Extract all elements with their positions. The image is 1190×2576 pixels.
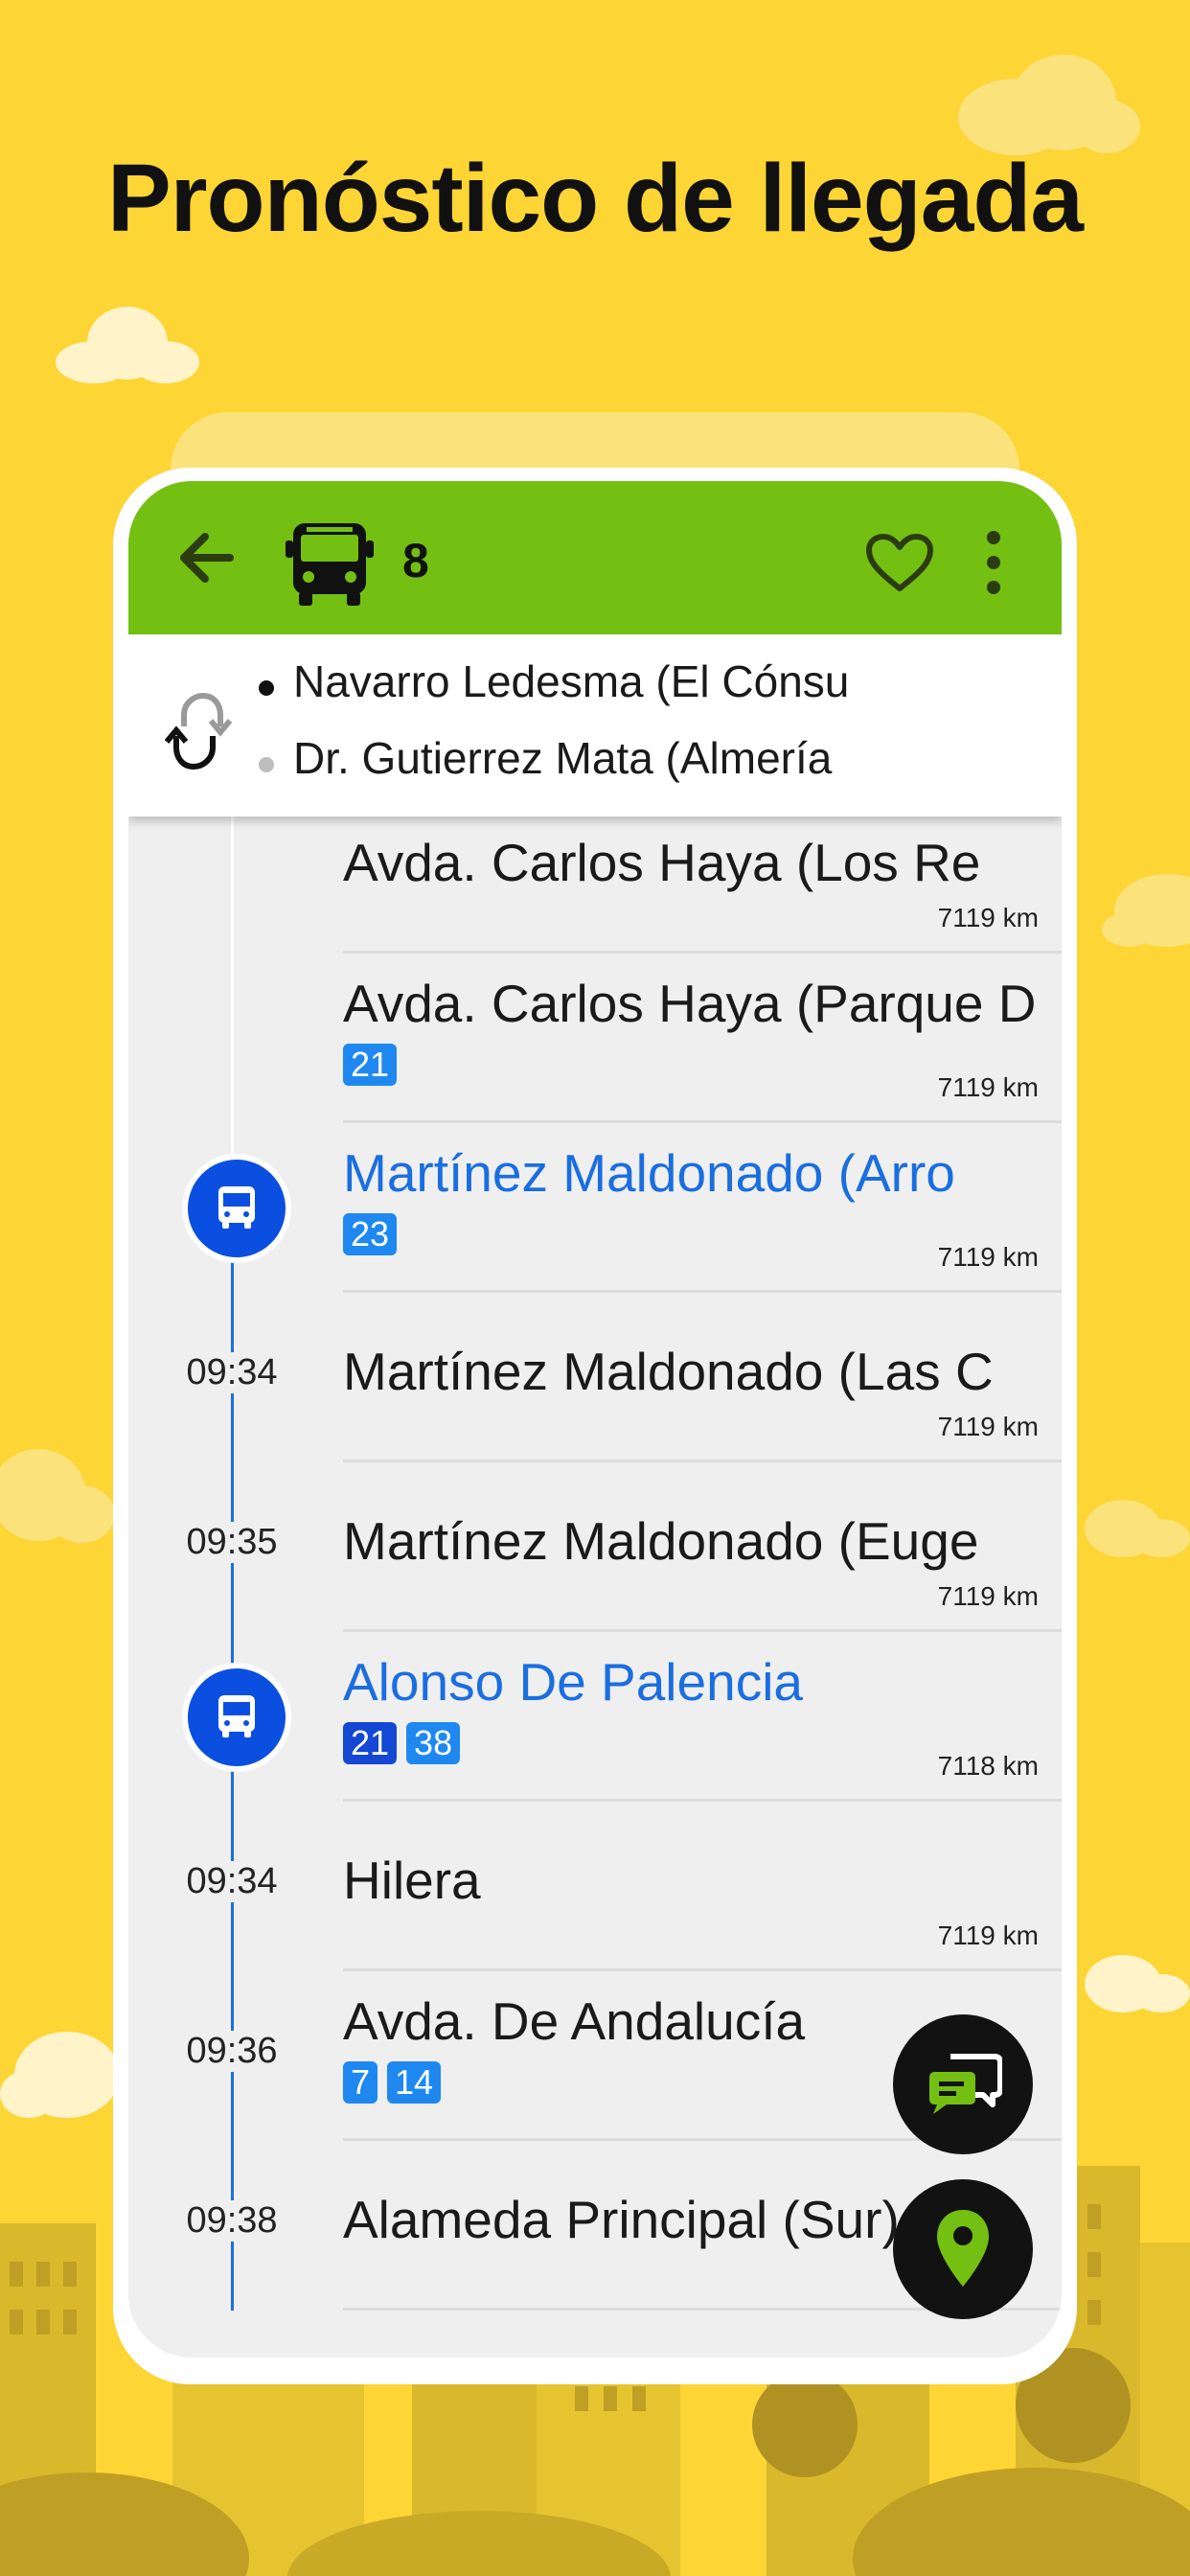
app-bar: 8 bbox=[128, 481, 1062, 634]
line-badge[interactable]: 14 bbox=[387, 2061, 442, 2104]
stop-row[interactable]: Avda. Carlos Haya (Los Re 7119 km bbox=[128, 816, 1062, 954]
stop-name: Martínez Maldonado (Las C bbox=[343, 1342, 994, 1401]
bus-icon bbox=[218, 1186, 255, 1229]
swap-direction-icon[interactable] bbox=[165, 688, 232, 774]
stop-distance: 7119 km bbox=[937, 1920, 1039, 1950]
chat-bubbles-icon bbox=[929, 2054, 1002, 2114]
cloud-decoration bbox=[1102, 874, 1190, 947]
heart-outline-icon[interactable] bbox=[864, 533, 935, 594]
stop-row[interactable]: Martínez Maldonado (Euge 7119 km 09:35 bbox=[128, 1462, 1062, 1632]
arrival-time: 09:34 bbox=[181, 1861, 283, 1902]
arrival-time: 09:38 bbox=[181, 2200, 283, 2242]
line-badge[interactable]: 7 bbox=[343, 2061, 378, 2104]
connecting-lines: 21 38 bbox=[343, 1722, 461, 1764]
chat-fab[interactable] bbox=[893, 2014, 1033, 2154]
arrival-time: 09:36 bbox=[181, 2031, 283, 2072]
cloud-decoration bbox=[56, 307, 199, 383]
stop-name: Avda. Carlos Haya (Los Re bbox=[343, 833, 981, 892]
stop-distance: 7118 km bbox=[937, 1751, 1039, 1781]
destination-dot bbox=[259, 757, 274, 772]
cloud-decoration bbox=[1085, 1955, 1190, 2012]
bus-icon bbox=[218, 1695, 255, 1737]
arrow-left-icon[interactable] bbox=[176, 531, 234, 585]
line-number: 8 bbox=[402, 534, 429, 587]
bus-position-marker[interactable] bbox=[182, 1154, 291, 1263]
stop-row[interactable]: Alonso De Palencia 21 38 7118 km bbox=[128, 1632, 1062, 1802]
stop-distance: 7119 km bbox=[937, 1072, 1039, 1102]
direction-origin: Navarro Ledesma (El Cónsu bbox=[293, 656, 850, 706]
stop-distance: 7119 km bbox=[937, 1412, 1039, 1441]
stop-name: Alameda Principal (Sur) bbox=[343, 2190, 900, 2249]
arrival-time: 09:34 bbox=[181, 1352, 283, 1393]
location-fab[interactable] bbox=[893, 2179, 1033, 2319]
arrival-time: 09:35 bbox=[181, 1522, 283, 1563]
more-vertical-icon[interactable] bbox=[984, 529, 1003, 596]
cloud-decoration bbox=[0, 1449, 115, 1543]
cloud-decoration bbox=[1085, 1500, 1190, 1557]
connecting-lines: 23 bbox=[343, 1213, 398, 1255]
app-screen: 8 Navarro Ledesma (El Cónsu Dr. Gutierre… bbox=[128, 481, 1062, 2358]
line-badge[interactable]: 23 bbox=[343, 1213, 398, 1255]
phone-frame: 8 Navarro Ledesma (El Cónsu Dr. Gutierre… bbox=[113, 468, 1077, 2384]
stop-row[interactable]: Avda. Carlos Haya (Parque D 21 7119 km bbox=[128, 954, 1062, 1123]
connecting-lines: 21 bbox=[343, 1044, 398, 1086]
stop-row[interactable]: Martínez Maldonado (Arro 23 7119 km bbox=[128, 1123, 1062, 1293]
origin-dot bbox=[259, 680, 274, 696]
stop-name: Martínez Maldonado (Euge bbox=[343, 1511, 979, 1571]
bus-position-marker[interactable] bbox=[182, 1663, 291, 1772]
page-headline: Pronóstico de llegada bbox=[106, 145, 1084, 252]
line-badge[interactable]: 21 bbox=[343, 1722, 398, 1764]
bus-icon bbox=[286, 523, 374, 606]
stop-row[interactable]: Hilera 7119 km 09:34 bbox=[128, 1802, 1062, 1971]
stop-name: Avda. Carlos Haya (Parque D bbox=[343, 974, 1037, 1033]
line-badge[interactable]: 38 bbox=[406, 1722, 461, 1764]
connecting-lines: 7 14 bbox=[343, 2061, 442, 2104]
stop-name: Alonso De Palencia bbox=[343, 1652, 804, 1712]
stop-distance: 7119 km bbox=[937, 1242, 1039, 1272]
stop-row[interactable]: Martínez Maldonado (Las C 7119 km 09:34 bbox=[128, 1293, 1062, 1462]
stop-name: Avda. De Andalucía bbox=[343, 1991, 806, 2051]
direction-destination: Dr. Gutierrez Mata (Almería bbox=[293, 733, 833, 783]
line-badge[interactable]: 21 bbox=[343, 1044, 398, 1086]
stop-name: Martínez Maldonado (Arro bbox=[343, 1143, 955, 1203]
direction-panel: Navarro Ledesma (El Cónsu Dr. Gutierrez … bbox=[128, 634, 1062, 816]
stop-distance: 7119 km bbox=[937, 1581, 1039, 1611]
cloud-decoration bbox=[958, 55, 1140, 155]
map-pin-icon bbox=[937, 2210, 989, 2287]
stop-distance: 7119 km bbox=[937, 903, 1039, 932]
stop-name: Hilera bbox=[343, 1851, 481, 1910]
